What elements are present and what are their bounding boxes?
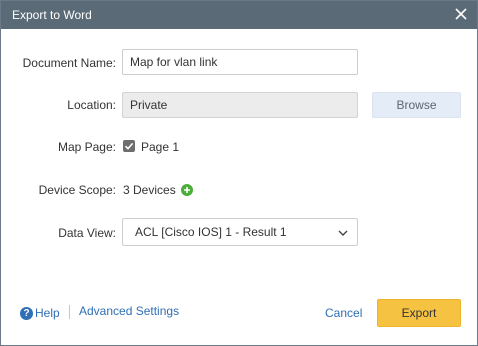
chevron-down-icon [338,230,348,236]
help-link[interactable]: Help [35,306,60,320]
dialog-titlebar: Export to Word [1,1,477,29]
map-page-label: Map Page: [57,140,116,154]
data-view-label: Data View: [58,226,116,240]
footer-divider [69,305,70,319]
checkmark-icon [124,142,134,150]
page-1-checkbox[interactable] [123,140,135,152]
device-scope-value[interactable]: 3 Devices [123,183,176,197]
cancel-button[interactable]: Cancel [325,306,362,320]
location-label: Location: [67,98,116,112]
location-field [122,92,358,118]
data-view-selected-value: ACL [Cisco IOS] 1 - Result 1 [135,225,287,239]
question-circle-icon[interactable]: ? [20,307,33,320]
advanced-settings-link[interactable]: Advanced Settings [79,304,179,318]
document-name-label: Document Name: [22,56,116,70]
export-to-word-dialog: Export to Word Document Name: Location: … [0,0,478,346]
export-button[interactable]: Export [377,299,461,327]
document-name-input[interactable] [122,49,358,75]
data-view-select[interactable]: ACL [Cisco IOS] 1 - Result 1 [122,218,358,246]
dialog-title: Export to Word [12,8,92,22]
plus-circle-icon[interactable] [181,184,193,196]
browse-button[interactable]: Browse [372,92,461,118]
close-icon[interactable] [453,6,469,22]
device-scope-label: Device Scope: [38,183,116,197]
page-1-label: Page 1 [141,140,180,154]
